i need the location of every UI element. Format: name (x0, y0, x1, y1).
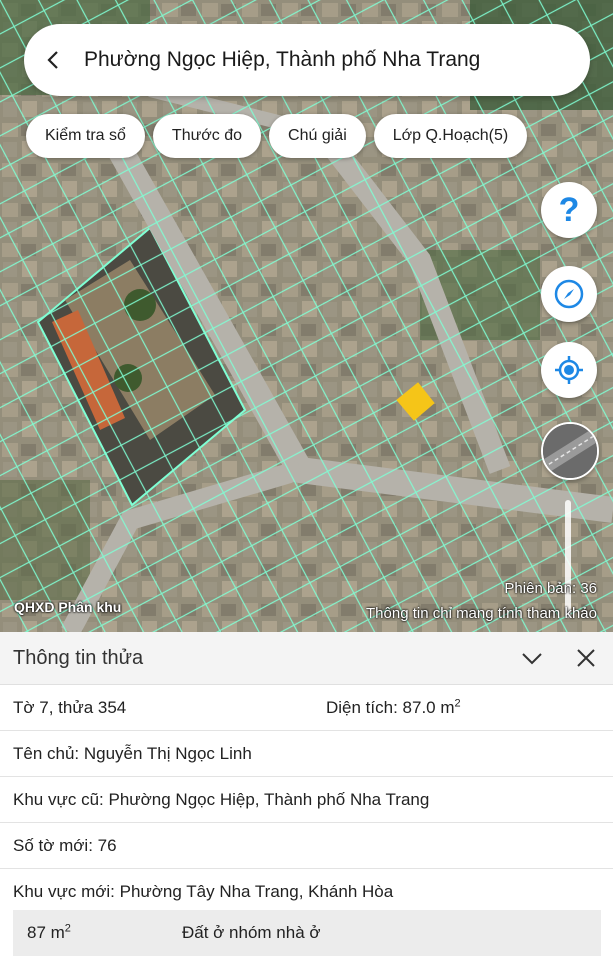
collapse-button[interactable] (505, 632, 559, 684)
legend-chip[interactable]: Chú giải (269, 114, 366, 158)
panel-header: Thông tin thửa (0, 632, 613, 685)
toolbar-chips: Kiểm tra sổ Thước đo Chú giải Lớp Q.Hoạc… (26, 114, 528, 158)
parcel-info-panel: Thông tin thửa Tờ 7, thửa 354 Diện tích:… (0, 632, 613, 960)
back-button[interactable] (24, 24, 84, 96)
new-region-value: Khu vực mới: Phường Tây Nha Trang, Khánh… (13, 881, 394, 901)
panel-title: Thông tin thửa (13, 646, 144, 669)
land-use-row[interactable]: 87 m2 Đất ở nhóm nhà ở (13, 910, 601, 956)
planning-layers-chip[interactable]: Lớp Q.Hoạch(5) (373, 114, 528, 158)
close-icon (577, 649, 595, 667)
map-view[interactable]: Phường Ngọc Hiệp, Thành phố Nha Trang Ki… (0, 0, 613, 632)
location-bar: Phường Ngọc Hiệp, Thành phố Nha Trang (24, 24, 590, 96)
compass-icon (554, 279, 584, 309)
help-icon: ? (558, 190, 580, 229)
disclaimer-label: Thông tin chỉ mang tính tham khảo (366, 605, 597, 622)
old-region-row: Khu vực cũ: Phường Ngọc Hiệp, Thành phố … (0, 777, 613, 823)
opacity-slider[interactable] (565, 500, 571, 618)
my-location-button[interactable] (541, 342, 597, 398)
area-value: Diện tích: 87.0 m2 (326, 696, 461, 717)
check-certificate-chip[interactable]: Kiểm tra sổ (26, 114, 145, 158)
land-use-type: Đất ở nhóm nhà ở (182, 923, 321, 942)
old-region-value: Khu vực cũ: Phường Ngọc Hiệp, Thành phố … (13, 789, 430, 809)
measure-chip[interactable]: Thước đo (152, 114, 262, 158)
close-button[interactable] (559, 632, 613, 684)
my-location-icon (555, 356, 583, 384)
sheet-parcel-value: Tờ 7, thửa 354 (13, 697, 127, 717)
new-region-row: Khu vực mới: Phường Tây Nha Trang, Khánh… (0, 869, 613, 914)
new-sheet-row: Số tờ mới: 76 (0, 823, 613, 869)
planning-layer-label: QHXD Phân khu (14, 599, 122, 615)
new-sheet-value: Số tờ mới: 76 (13, 835, 117, 855)
map-layer-thumbnail (543, 424, 597, 478)
map-layer-button[interactable] (541, 422, 599, 480)
owner-row: Tên chủ: Nguyễn Thị Ngọc Linh (0, 731, 613, 777)
help-button[interactable]: ? (541, 182, 597, 238)
land-use-area: 87 m2 (27, 922, 71, 942)
chevron-down-icon (522, 653, 542, 665)
sheet-parcel-row: Tờ 7, thửa 354 Diện tích: 87.0 m2 (0, 685, 613, 731)
owner-value: Tên chủ: Nguyễn Thị Ngọc Linh (13, 743, 252, 763)
version-label: Phiên bản: 36 (504, 580, 597, 597)
location-title: Phường Ngọc Hiệp, Thành phố Nha Trang (84, 48, 481, 71)
back-arrow-icon (47, 51, 58, 69)
compass-button[interactable] (541, 266, 597, 322)
